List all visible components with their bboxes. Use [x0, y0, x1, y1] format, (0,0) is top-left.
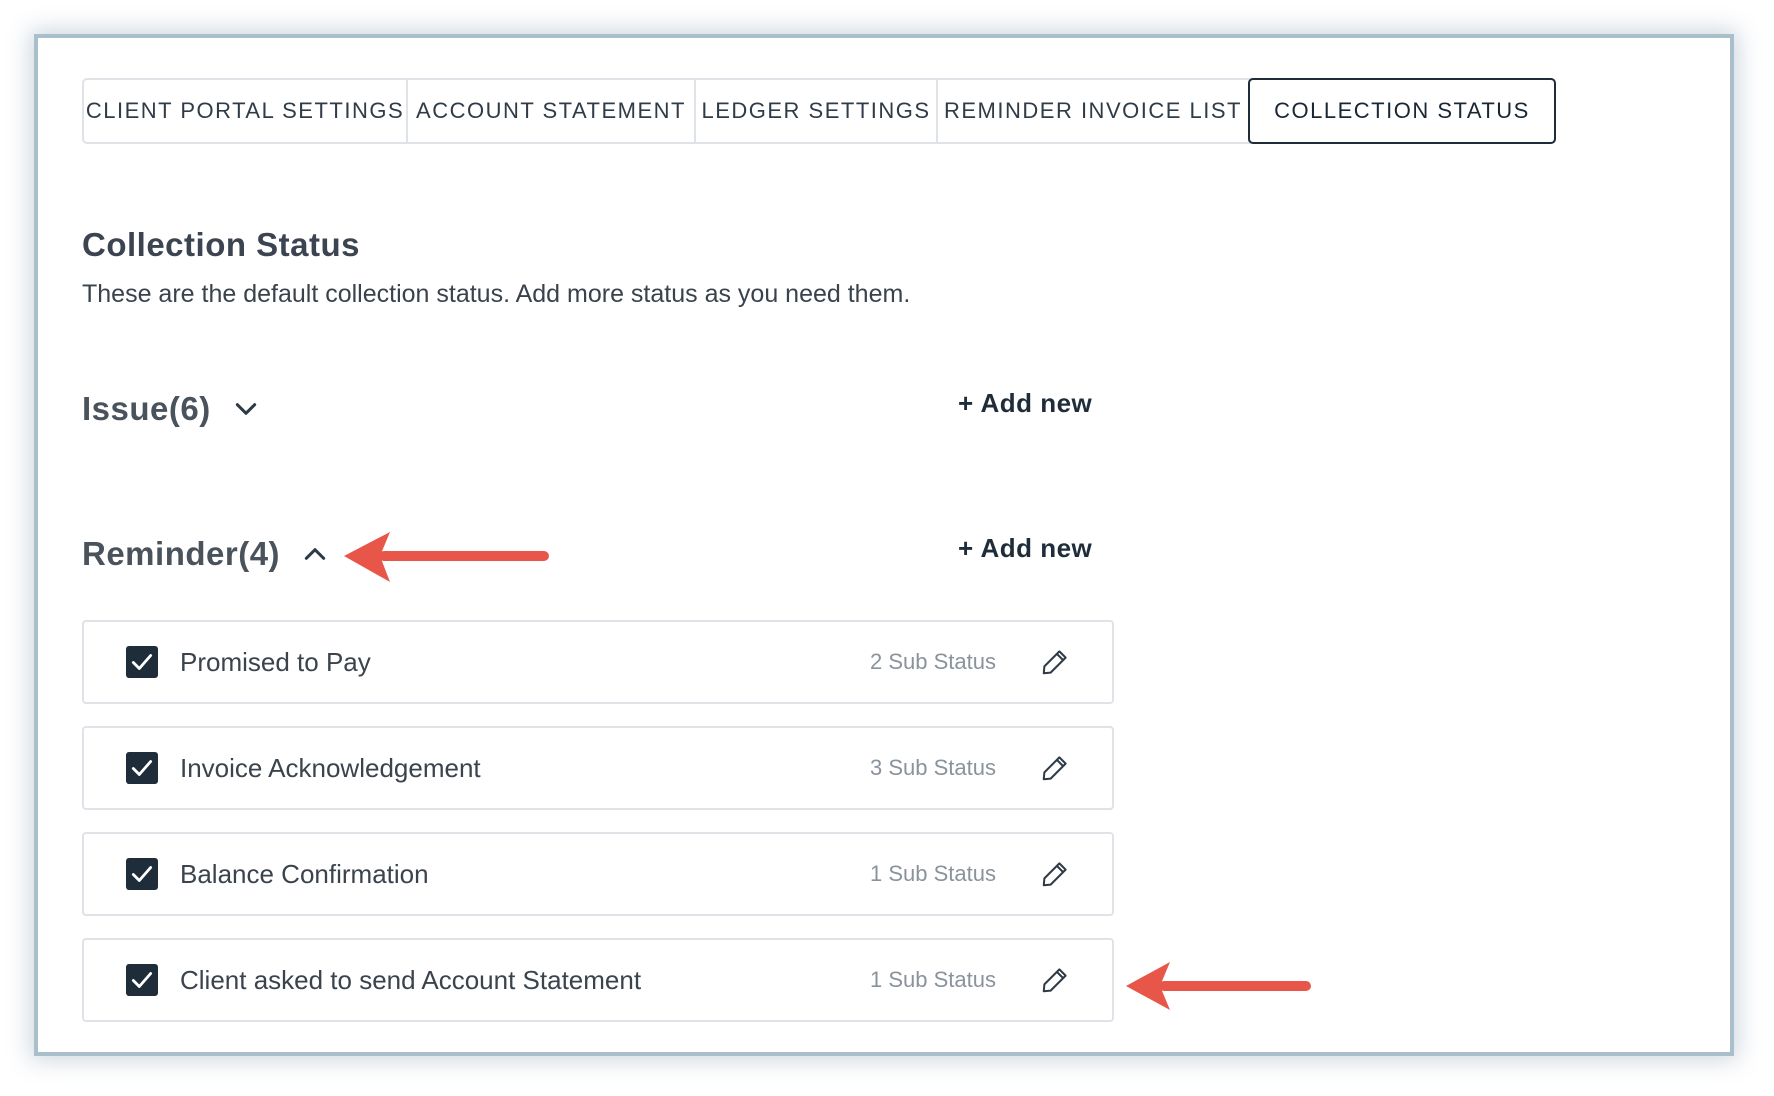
tab-reminder-invoice-list[interactable]: REMINDER INVOICE LIST	[938, 80, 1250, 142]
reminder-group-toggle[interactable]: Reminder(4)	[82, 535, 328, 573]
sub-status-count: 1 Sub Status	[870, 861, 996, 886]
checkmark-icon	[131, 972, 153, 988]
status-label: Balance Confirmation	[180, 858, 429, 889]
issue-group-label: Issue(6)	[82, 390, 211, 427]
arrow-left-icon	[1126, 962, 1311, 1010]
checkmark-icon	[131, 866, 153, 882]
tab-ledger-settings[interactable]: LEDGER SETTINGS	[696, 80, 938, 142]
status-label: Promised to Pay	[180, 646, 371, 677]
list-item: Balance Confirmation 1 Sub Status	[82, 832, 1114, 916]
status-checkbox[interactable]	[126, 646, 158, 678]
sub-status-count: 3 Sub Status	[870, 755, 996, 780]
arrow-left-icon	[344, 532, 549, 582]
status-checkbox[interactable]	[126, 752, 158, 784]
checkmark-icon	[131, 654, 153, 670]
settings-tabs: CLIENT PORTAL SETTINGS ACCOUNT STATEMENT…	[82, 78, 1556, 144]
reminder-add-new-button[interactable]: + Add new	[958, 533, 1092, 564]
status-checkbox[interactable]	[126, 858, 158, 890]
status-label: Invoice Acknowledgement	[180, 752, 481, 783]
page-subtitle: These are the default collection status.…	[82, 280, 911, 308]
list-item: Promised to Pay 2 Sub Status	[82, 620, 1114, 704]
list-item: Client asked to send Account Statement 1…	[82, 938, 1114, 1022]
chevron-up-icon	[304, 548, 326, 560]
status-checkbox[interactable]	[126, 964, 158, 996]
tab-client-portal-settings[interactable]: CLIENT PORTAL SETTINGS	[84, 80, 408, 142]
reminder-group-label: Reminder(4)	[82, 535, 281, 572]
pencil-icon[interactable]	[1040, 965, 1070, 995]
checkmark-icon	[131, 760, 153, 776]
issue-group-toggle[interactable]: Issue(6)	[82, 390, 259, 428]
tab-collection-status[interactable]: COLLECTION STATUS	[1248, 78, 1556, 144]
chevron-down-icon	[235, 403, 256, 415]
pencil-icon[interactable]	[1040, 647, 1070, 677]
pencil-icon[interactable]	[1040, 859, 1070, 889]
page-title: Collection Status	[82, 226, 361, 263]
pencil-icon[interactable]	[1040, 753, 1070, 783]
list-item: Invoice Acknowledgement 3 Sub Status	[82, 726, 1114, 810]
tab-account-statement[interactable]: ACCOUNT STATEMENT	[408, 80, 696, 142]
sub-status-count: 2 Sub Status	[870, 649, 996, 674]
sub-status-count: 1 Sub Status	[870, 967, 996, 992]
status-label: Client asked to send Account Statement	[180, 964, 642, 995]
issue-add-new-button[interactable]: + Add new	[958, 388, 1092, 419]
